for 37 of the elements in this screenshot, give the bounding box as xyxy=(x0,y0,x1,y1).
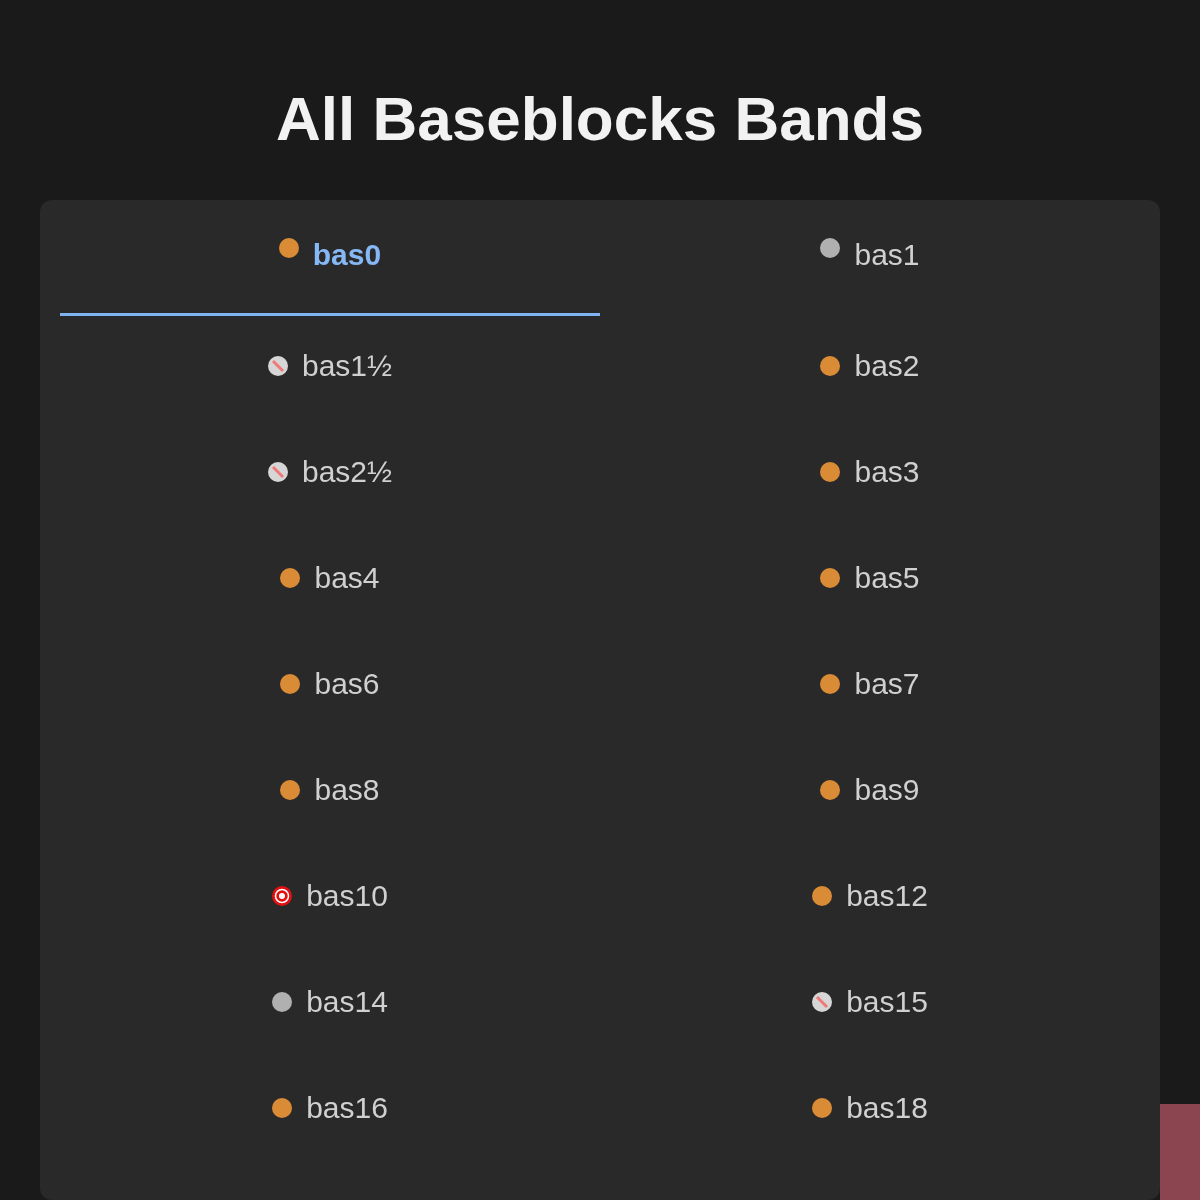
status-dot-icon xyxy=(278,238,299,258)
band-tab[interactable]: bas0 xyxy=(60,210,600,316)
band-tab[interactable]: bas2½ xyxy=(60,422,600,528)
status-dot-icon xyxy=(272,991,293,1012)
band-tab[interactable]: bas3 xyxy=(600,422,1140,528)
status-dot-icon xyxy=(280,779,301,800)
band-tab[interactable]: bas8 xyxy=(60,740,600,846)
status-dot-icon xyxy=(820,567,841,588)
no-entry-icon xyxy=(267,355,288,376)
status-dot-icon xyxy=(820,779,841,800)
band-tab[interactable]: bas6 xyxy=(60,634,600,740)
target-icon xyxy=(272,885,293,906)
band-tab[interactable]: bas2 xyxy=(600,316,1140,422)
band-tab[interactable]: bas4 xyxy=(60,528,600,634)
band-tab[interactable]: bas14 xyxy=(60,952,600,1058)
band-tab[interactable]: bas18 xyxy=(600,1058,1140,1164)
page-title: All Baseblocks Bands xyxy=(275,83,925,155)
status-dot-icon xyxy=(820,355,841,376)
band-tab[interactable]: bas9 xyxy=(600,740,1140,846)
status-dot-icon xyxy=(280,673,301,694)
status-dot-icon xyxy=(812,885,833,906)
status-dot-icon xyxy=(820,238,841,258)
no-entry-icon xyxy=(267,461,288,482)
band-tab[interactable]: bas10 xyxy=(60,846,600,952)
status-dot-icon xyxy=(272,1097,293,1118)
band-tab[interactable]: bas5 xyxy=(600,528,1140,634)
band-tab[interactable]: bas7 xyxy=(600,634,1140,740)
status-dot-icon xyxy=(280,567,301,588)
status-dot-icon xyxy=(812,1097,833,1118)
status-dot-icon xyxy=(820,461,841,482)
band-tab[interactable]: bas15 xyxy=(600,952,1140,1058)
status-dot-icon xyxy=(820,673,841,694)
no-entry-icon xyxy=(812,991,833,1012)
band-tab[interactable]: bas1 xyxy=(600,210,1140,316)
band-tab[interactable]: bas16 xyxy=(60,1058,600,1164)
band-tab[interactable]: bas1½ xyxy=(60,316,600,422)
band-tab[interactable]: bas12 xyxy=(600,846,1140,952)
